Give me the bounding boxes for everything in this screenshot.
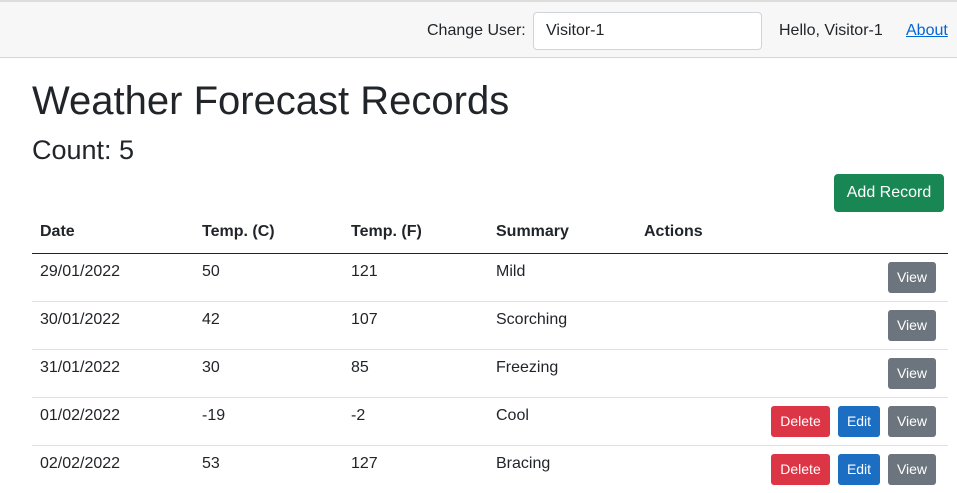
table-row: 30/01/2022 42 107 Scorching View [32,301,948,350]
delete-button[interactable]: Delete [771,453,830,485]
row-actions: View [644,309,940,341]
cell-summary: Freezing [496,359,559,376]
cell-temp-c: 50 [202,263,220,280]
cell-temp-c: -19 [202,407,226,424]
view-button[interactable]: View [888,357,936,389]
change-user-label: Change User: [427,22,526,39]
view-button[interactable]: View [888,405,936,437]
cell-summary: Mild [496,263,526,280]
cell-temp-c: 42 [202,311,220,328]
cell-temp-f: -2 [351,407,366,424]
view-button[interactable]: View [888,453,936,485]
cell-date: 01/02/2022 [40,407,121,424]
cell-temp-f: 121 [351,263,378,280]
cell-temp-c: 53 [202,455,220,472]
cell-date: 31/01/2022 [40,359,121,376]
table-row: 02/02/2022 53 127 Bracing Delete Edit Vi… [32,445,948,493]
records-table: Date Temp. (C) Temp. (F) Summary Actions… [32,211,948,493]
edit-button[interactable]: Edit [838,405,880,437]
header-actions: Actions [636,211,948,254]
header-temp-c: Temp. (C) [194,211,343,254]
record-count: Count: 5 [32,135,135,165]
cell-temp-c: 30 [202,359,220,376]
row-actions: Delete Edit View [644,405,940,437]
about-link[interactable]: About [906,22,948,40]
edit-button[interactable]: Edit [838,453,880,485]
header-date: Date [32,211,194,254]
cell-date: 30/01/2022 [40,311,121,328]
cell-summary: Cool [496,407,529,424]
change-user-input[interactable] [533,12,762,50]
row-actions: View [644,357,940,389]
header-summary: Summary [488,211,636,254]
add-record-button[interactable]: Add Record [834,174,944,212]
cell-temp-f: 127 [351,455,378,472]
cell-temp-f: 85 [351,359,369,376]
greeting-text: Hello, Visitor-1 [779,22,883,39]
table-row: 29/01/2022 50 121 Mild View [32,253,948,302]
cell-summary: Bracing [496,455,551,472]
page-title: Weather Forecast Records [32,79,510,123]
table-header-row: Date Temp. (C) Temp. (F) Summary Actions [32,211,948,254]
delete-button[interactable]: Delete [771,405,830,437]
view-button[interactable]: View [888,261,936,293]
cell-date: 02/02/2022 [40,455,121,472]
table-row: 01/02/2022 -19 -2 Cool Delete Edit View [32,397,948,446]
cell-summary: Scorching [496,311,568,328]
row-actions: Delete Edit View [644,453,940,485]
header-temp-f: Temp. (F) [343,211,488,254]
table-row: 31/01/2022 30 85 Freezing View [32,349,948,398]
cell-temp-f: 107 [351,311,378,328]
row-actions: View [644,261,940,293]
top-navbar: Change User: Hello, Visitor-1 About [0,0,957,58]
cell-date: 29/01/2022 [40,263,121,280]
view-button[interactable]: View [888,309,936,341]
